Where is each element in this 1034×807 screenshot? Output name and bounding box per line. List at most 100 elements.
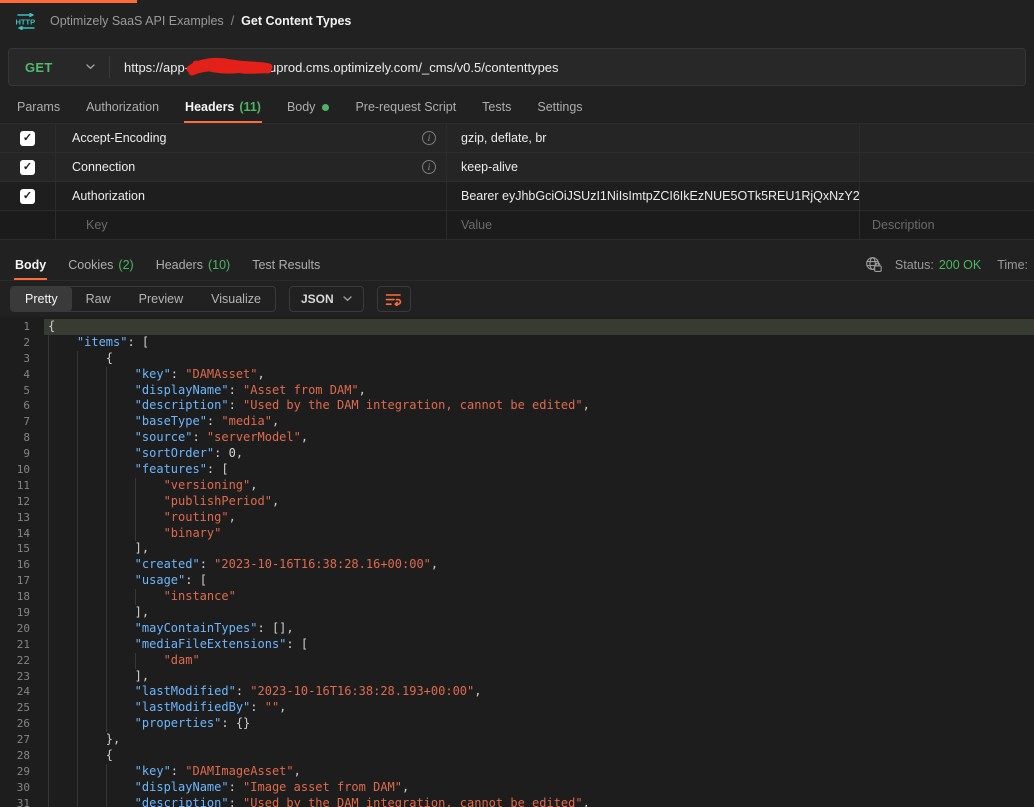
token: "description" [135, 398, 229, 412]
header-key-cell[interactable]: Connectioni [56, 153, 447, 181]
header-checkbox[interactable]: ✓ [20, 189, 35, 204]
tab-params[interactable]: Params [4, 91, 73, 123]
view-raw[interactable]: Raw [72, 287, 125, 311]
indent-guide [135, 526, 164, 542]
code-line: 2"items": [ [0, 335, 1034, 351]
token: { [48, 319, 55, 333]
header-key-cell[interactable]: Authorization [56, 182, 447, 210]
header-description[interactable] [860, 153, 1034, 181]
tab-headers[interactable]: Headers(11) [172, 91, 274, 123]
token: , [431, 557, 438, 571]
header-value[interactable]: keep-alive [447, 153, 860, 181]
response-tab-body[interactable]: Body [4, 249, 57, 280]
description-placeholder[interactable]: Description [860, 211, 1034, 239]
header-description[interactable] [860, 182, 1034, 210]
view-visualize[interactable]: Visualize [197, 287, 275, 311]
response-tab-test-results[interactable]: Test Results [241, 249, 331, 280]
token: "lastModified" [135, 684, 236, 698]
header-description[interactable] [860, 124, 1034, 152]
tab-authorization[interactable]: Authorization [73, 91, 172, 123]
token: "source" [135, 430, 193, 444]
checkbox-cell: ✓ [0, 182, 56, 210]
header-value[interactable]: Bearer eyJhbGciOiJSUzI1NiIsImtpZCI6IkEzN… [447, 182, 860, 210]
network-globe-icon[interactable] [865, 256, 882, 273]
code-line: 16 "created": "2023-10-16T16:38:28.16+00:… [0, 557, 1034, 573]
header-checkbox[interactable]: ✓ [20, 160, 35, 175]
code-line: 1{ [0, 319, 1034, 335]
code-tokens: { [106, 748, 113, 764]
code-content: "usage": [ [44, 573, 1034, 589]
indent-guide [106, 780, 135, 796]
code-line: 10"features": [ [0, 462, 1034, 478]
line-number: 26 [0, 716, 30, 732]
code-line: 12"publishPeriod", [0, 494, 1034, 510]
tab-pre-request-script[interactable]: Pre-request Script [342, 91, 469, 123]
tab-body[interactable]: Body [274, 91, 343, 123]
wrap-lines-button[interactable] [377, 286, 411, 312]
indent-guide [77, 383, 106, 399]
token: , [279, 700, 286, 714]
indent-guide [48, 335, 77, 351]
view-pretty[interactable]: Pretty [11, 287, 72, 311]
tab-settings[interactable]: Settings [524, 91, 595, 123]
token: "features" [135, 462, 207, 476]
response-body-editor[interactable]: 1{2"items": [3{4"key": "DAMAsset",5"disp… [0, 317, 1034, 807]
indent-guide [77, 478, 106, 494]
indent-guide [106, 446, 135, 462]
token: "displayName" [135, 383, 229, 397]
indent-guide [106, 383, 135, 399]
token: "sortOrder" [135, 446, 214, 460]
token: "key" [135, 764, 171, 778]
indent-guide [48, 589, 77, 605]
header-checkbox[interactable]: ✓ [20, 131, 35, 146]
code-line: 18"instance" [0, 589, 1034, 605]
indent-guide [77, 446, 106, 462]
code-line: 22"dam" [0, 653, 1034, 669]
code-content: "description": "Used by the DAM integrat… [44, 398, 1034, 414]
status-label: Status: [895, 258, 934, 272]
response-tab-headers[interactable]: Headers(10) [145, 249, 241, 280]
indent-guide [77, 573, 106, 589]
check-icon: ✓ [23, 191, 32, 202]
indent-guide [77, 732, 106, 748]
indent-guide [77, 510, 106, 526]
indent-guide [48, 367, 77, 383]
code-content: "source": "serverModel", [44, 430, 1034, 446]
line-number: 15 [0, 541, 30, 557]
line-number: 31 [0, 796, 30, 807]
value-placeholder[interactable]: Value [447, 211, 860, 239]
token: "versioning" [164, 478, 251, 492]
tab-tests[interactable]: Tests [469, 91, 524, 123]
method-dropdown[interactable]: GET [9, 49, 109, 85]
request-tabs: ParamsAuthorizationHeaders(11)BodyPre-re… [0, 91, 1034, 124]
format-dropdown[interactable]: JSON [289, 286, 364, 312]
header-value[interactable]: gzip, deflate, br [447, 124, 860, 152]
view-preview[interactable]: Preview [125, 287, 197, 311]
code-content: "created": "2023-10-16T16:38:28.16+00:00… [44, 557, 1034, 573]
code-line: 9"sortOrder": 0, [0, 446, 1034, 462]
token: : [229, 398, 243, 412]
indent-guide [135, 478, 164, 494]
token: "" [265, 700, 279, 714]
response-tab-cookies[interactable]: Cookies(2) [57, 249, 144, 280]
key-placeholder[interactable]: Key [56, 211, 447, 239]
breadcrumb-request-name[interactable]: Get Content Types [241, 14, 351, 28]
token: { [106, 748, 113, 762]
url-input[interactable]: https://app-uprod.cms.optimizely.com/_cm… [110, 55, 1025, 80]
code-line: 30"displayName": "Image asset from DAM", [0, 780, 1034, 796]
code-line: 13"routing", [0, 510, 1034, 526]
header-key-cell[interactable]: Accept-Encodingi [56, 124, 447, 152]
token: "2023-10-16T16:38:28.193+00:00" [250, 684, 474, 698]
indent-guide [106, 398, 135, 414]
code-line: 26"properties": {} [0, 716, 1034, 732]
code-content: "versioning", [44, 478, 1034, 494]
code-tokens: { [48, 319, 55, 335]
token: , [250, 478, 257, 492]
code-content: "mayContainTypes": [], [44, 621, 1034, 637]
checkbox-cell [0, 211, 56, 239]
code-line: 27}, [0, 732, 1034, 748]
indent-guide [48, 446, 77, 462]
breadcrumb-collection[interactable]: Optimizely SaaS API Examples [50, 14, 224, 28]
token: "mayContainTypes" [135, 621, 258, 635]
line-number: 16 [0, 557, 30, 573]
